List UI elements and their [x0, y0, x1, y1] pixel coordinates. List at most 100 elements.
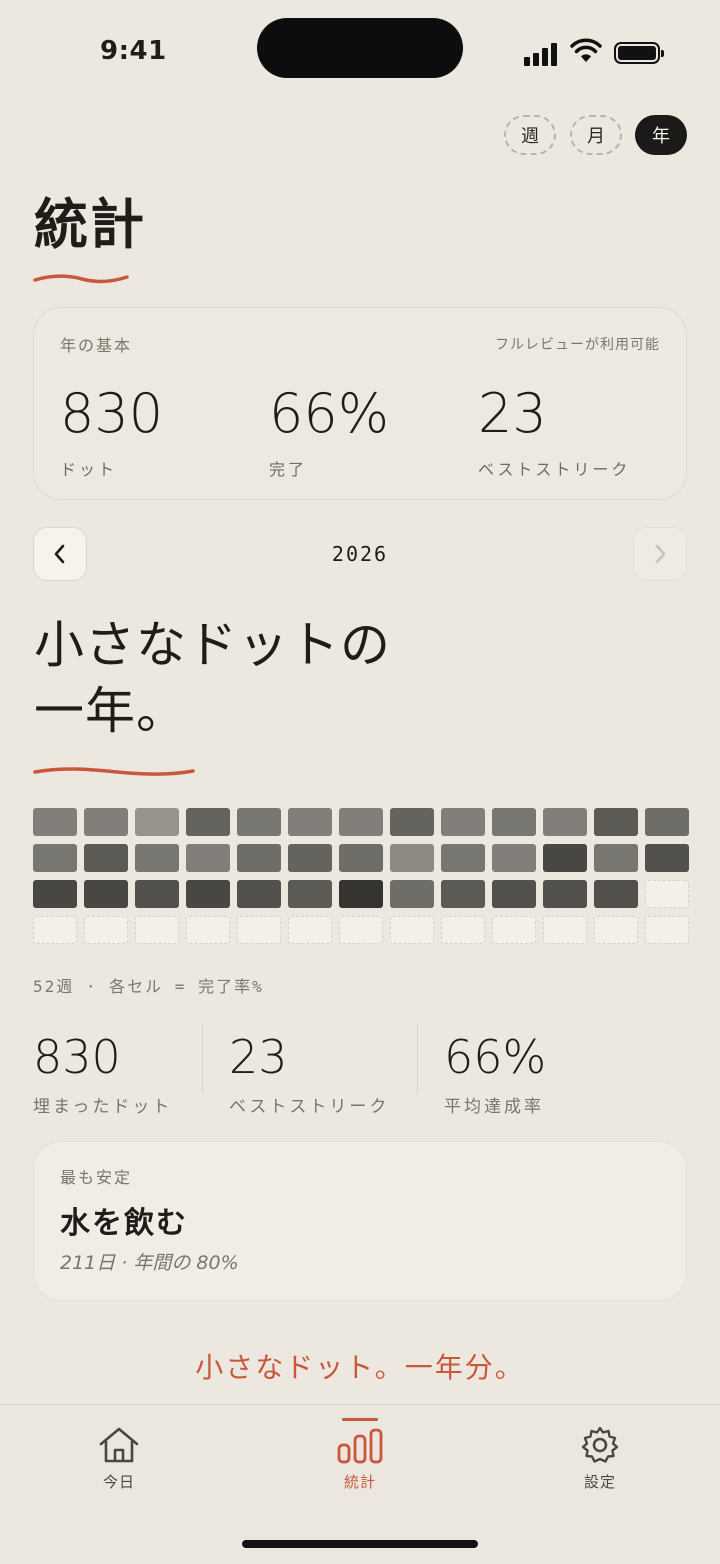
battery-icon	[614, 42, 664, 64]
heatmap-cell	[390, 916, 434, 944]
tab-stats-label: 統計	[343, 1473, 376, 1491]
heatmap-cell	[390, 808, 434, 836]
summary-dots-value: 830	[60, 382, 164, 445]
headline-line-2: 一年。	[34, 682, 187, 740]
heatmap-cell	[339, 844, 383, 872]
heatmap-cell	[339, 916, 383, 944]
summary-card-label: 年の基本	[60, 336, 133, 355]
heatmap-cell	[84, 916, 128, 944]
headline: 小さなドットの 一年。	[34, 612, 391, 744]
heatmap-cell	[543, 916, 587, 944]
most-consistent-habit-card[interactable]: 最も安定 水を飲む 211日 · 年間の 80%	[33, 1141, 687, 1301]
filled-dots-value: 830	[33, 1030, 121, 1084]
stat-divider	[202, 1024, 203, 1094]
heatmap-cell	[186, 916, 230, 944]
wifi-icon	[570, 38, 602, 62]
previous-year-button[interactable]	[33, 527, 87, 581]
heatmap-cell	[33, 880, 77, 908]
heatmap-cell	[594, 844, 638, 872]
heatmap-cell	[492, 808, 536, 836]
summary-streak-label: ベストストリーク	[478, 460, 631, 479]
heatmap-cell	[288, 844, 332, 872]
heatmap-cell	[33, 844, 77, 872]
headline-line-1: 小さなドットの	[34, 616, 391, 674]
heatmap-cell	[186, 880, 230, 908]
period-week-toggle[interactable]: 週	[504, 115, 556, 155]
heatmap-cell	[237, 880, 281, 908]
tab-today[interactable]: 今日	[59, 1425, 179, 1492]
gear-icon	[581, 1426, 619, 1463]
footer-quote: 小さなドット。一年分。	[195, 1351, 525, 1384]
heatmap-cell	[135, 844, 179, 872]
best-streak-value: 23	[229, 1030, 288, 1084]
heatmap-cell	[645, 880, 689, 908]
heatmap-cell	[186, 808, 230, 836]
home-indicator	[242, 1540, 478, 1548]
tab-stats[interactable]: 統計	[300, 1418, 420, 1492]
heatmap-cell	[135, 808, 179, 836]
heatmap-cell	[594, 808, 638, 836]
heatmap-cell	[288, 916, 332, 944]
chevron-right-icon	[655, 544, 666, 564]
heatmap-cell	[33, 916, 77, 944]
year-summary-card: 年の基本 フルレビューが利用可能 830 ドット 66% 完了 23 ベストスト…	[33, 307, 687, 500]
heatmap-cell	[288, 880, 332, 908]
average-rate-value: 66%	[444, 1030, 547, 1084]
tab-settings[interactable]: 設定	[540, 1425, 660, 1492]
summary-streak-value: 23	[478, 382, 547, 445]
heatmap-cell	[84, 808, 128, 836]
bar-chart-icon	[337, 1428, 383, 1464]
heatmap-cell	[237, 916, 281, 944]
filled-dots-label: 埋まったドット	[33, 1097, 173, 1117]
heatmap-cell	[645, 844, 689, 872]
heatmap-cell	[135, 880, 179, 908]
heatmap-cell	[339, 808, 383, 836]
heatmap-cell	[543, 808, 587, 836]
title-underline	[33, 274, 129, 284]
heatmap-cell	[237, 808, 281, 836]
heatmap-cell	[288, 808, 332, 836]
heatmap-cell	[492, 880, 536, 908]
heatmap-cell	[441, 880, 485, 908]
year-label: 2026	[331, 542, 389, 566]
heatmap-cell	[33, 808, 77, 836]
period-year-toggle[interactable]: 年	[635, 115, 687, 155]
weekly-completion-heatmap	[33, 808, 689, 944]
heatmap-cell	[594, 880, 638, 908]
heatmap-cell	[390, 844, 434, 872]
summary-completion-value: 66%	[269, 382, 390, 445]
tab-today-label: 今日	[102, 1473, 135, 1491]
summary-dots-label: ドット	[60, 460, 118, 479]
habit-meta: 211日 · 年間の 80%	[60, 1252, 239, 1274]
stat-divider	[417, 1024, 418, 1094]
heatmap-cell	[135, 916, 179, 944]
heatmap-cell	[441, 808, 485, 836]
house-icon	[99, 1427, 139, 1463]
heatmap-cell	[645, 916, 689, 944]
habit-name: 水を飲む	[60, 1206, 188, 1241]
heatmap-cell	[441, 844, 485, 872]
heatmap-cell	[543, 880, 587, 908]
next-year-button[interactable]	[633, 527, 687, 581]
full-review-note: フルレビューが利用可能	[495, 337, 660, 353]
heatmap-cell	[84, 880, 128, 908]
heatmap-cell	[645, 808, 689, 836]
status-time: 9:41	[100, 36, 167, 66]
heatmap-cell	[339, 880, 383, 908]
heatmap-cell	[594, 916, 638, 944]
chevron-left-icon	[54, 544, 65, 564]
best-streak-label: ベストストリーク	[229, 1097, 390, 1117]
period-month-toggle[interactable]: 月	[570, 115, 622, 155]
heatmap-cell	[237, 844, 281, 872]
average-rate-label: 平均達成率	[444, 1097, 544, 1117]
heatmap-caption: 52週 · 各セル = 完了率%	[33, 977, 264, 996]
heatmap-cell	[390, 880, 434, 908]
summary-completion-label: 完了	[269, 460, 308, 479]
page-title: 統計	[34, 193, 146, 256]
heatmap-cell	[441, 916, 485, 944]
heatmap-cell	[543, 844, 587, 872]
tab-settings-label: 設定	[583, 1473, 616, 1491]
headline-underline	[33, 767, 195, 776]
dynamic-island	[257, 18, 463, 78]
cellular-signal-icon	[524, 40, 558, 66]
